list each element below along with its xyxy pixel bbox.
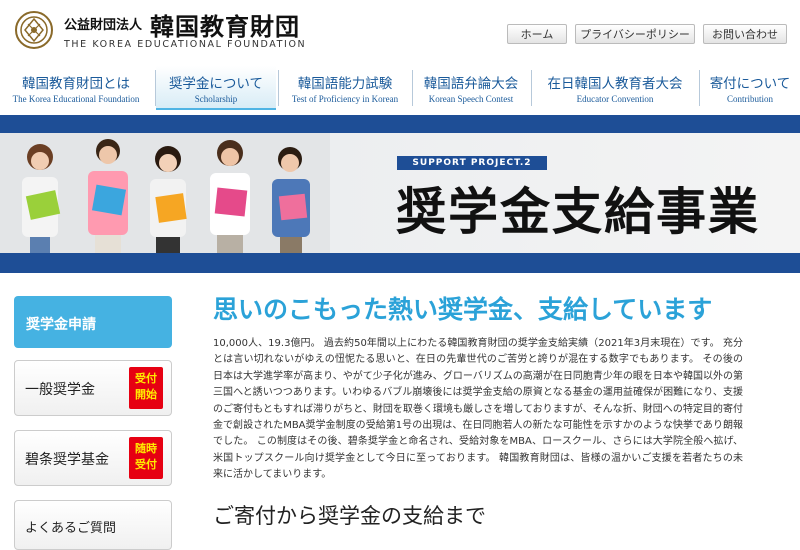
students-photo: [0, 133, 330, 253]
section-heading: ご寄付から奨学金の支給まで: [213, 504, 486, 528]
nav-item-speech-contest[interactable]: 韓国語弁論大会 Korean Speech Contest: [413, 66, 529, 110]
nav-label: 韓国語能力試験: [297, 76, 393, 92]
sidebar-item-hekijo-fund[interactable]: 碧条奨学基金 随時 受付: [14, 430, 172, 486]
nav-label-en: Contribution: [726, 94, 773, 104]
nav-item-topik[interactable]: 韓国語能力試験 Test of Proficiency in Korean: [279, 66, 411, 110]
site-header: 公益財団法人 韓国教育財団 THE KOREA EDUCATIONAL FOUN…: [0, 0, 800, 58]
home-link[interactable]: ホーム: [507, 24, 567, 44]
nav-label: 韓国教育財団とは: [22, 76, 130, 92]
contact-link[interactable]: お問い合わせ: [703, 24, 787, 44]
nav-label-en: Educator Convention: [576, 94, 654, 104]
sidebar-item-scholarship-apply[interactable]: 奨学金申請: [14, 296, 172, 348]
hero-band-top: [0, 115, 800, 133]
status-badge: 受付 開始: [129, 367, 163, 409]
sidebar-item-label: 碧条奨学基金: [25, 452, 109, 468]
global-nav: 韓国教育財団とは The Korea Educational Foundatio…: [0, 66, 800, 110]
status-badge-line: 受付: [135, 372, 157, 385]
sidebar-item-label: よくあるご質問: [25, 521, 117, 536]
nav-label-en: The Korea Educational Foundation: [12, 94, 140, 104]
nav-label-en: Scholarship: [194, 94, 238, 104]
support-project-badge: SUPPORT PROJECT.2: [397, 156, 547, 170]
hero-title: 奨学金支給事業: [396, 182, 760, 241]
nav-item-about[interactable]: 韓国教育財団とは The Korea Educational Foundatio…: [0, 66, 152, 110]
sidebar-item-label: 一般奨学金: [25, 382, 95, 398]
status-badge: 随時 受付: [129, 437, 163, 479]
sidebar-item-general-scholarship[interactable]: 一般奨学金 受付 開始: [14, 360, 172, 416]
intro-paragraph: 10,000人、19.3億円。 過去約50年間以上にわたる韓国教育財団の奨学金支…: [213, 338, 743, 481]
status-badge-line: 受付: [135, 458, 157, 471]
org-name-en: THE KOREA EDUCATIONAL FOUNDATION: [64, 39, 307, 50]
status-badge-line: 開始: [135, 388, 157, 401]
nav-item-educator-convention[interactable]: 在日韓国人教育者大会 Educator Convention: [532, 66, 698, 110]
nav-label: 奨学金について: [168, 76, 264, 92]
org-type: 公益財団法人: [64, 18, 143, 33]
hero-band-bottom: [0, 253, 800, 273]
nav-label: 寄付について: [709, 76, 791, 92]
nav-item-contribution[interactable]: 寄付について Contribution: [700, 66, 800, 110]
foundation-emblem-icon[interactable]: [14, 10, 54, 50]
sidebar-item-faq[interactable]: よくあるご質問: [14, 500, 172, 550]
nav-label-en: Korean Speech Contest: [428, 94, 514, 104]
nav-item-scholarship[interactable]: 奨学金について Scholarship: [156, 66, 276, 110]
nav-label: 韓国語弁論大会: [423, 76, 519, 92]
nav-label-en: Test of Proficiency in Korean: [291, 94, 399, 104]
page-title: 思いのこもった熱い奨学金、支給しています: [213, 295, 713, 324]
privacy-policy-link[interactable]: プライバシーポリシー: [575, 24, 695, 44]
nav-label: 在日韓国人教育者大会: [547, 76, 683, 92]
org-name[interactable]: 韓国教育財団: [150, 7, 300, 42]
status-badge-line: 随時: [135, 442, 157, 455]
